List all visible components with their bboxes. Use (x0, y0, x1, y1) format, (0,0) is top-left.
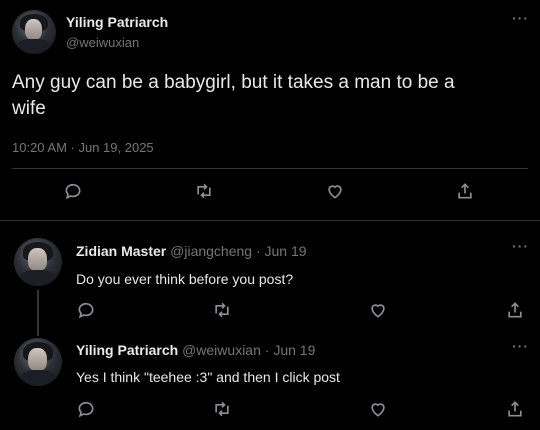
handle[interactable]: @weiwuxian (66, 35, 139, 50)
avatar[interactable] (14, 238, 62, 286)
share-icon[interactable] (455, 181, 475, 201)
reply-icon[interactable] (76, 300, 96, 320)
reply-icon[interactable] (63, 181, 83, 201)
retweet-icon[interactable] (194, 181, 214, 201)
display-name[interactable]: Yiling Patriarch (66, 14, 168, 30)
reply-date[interactable]: · Jun 19 (265, 342, 316, 358)
reply-icon[interactable] (76, 399, 96, 419)
divider (12, 168, 528, 169)
tweet-text: Any guy can be a babygirl, but it takes … (12, 70, 455, 122)
like-icon[interactable] (368, 300, 388, 320)
like-icon[interactable] (325, 181, 345, 201)
tweet-text-line: Any guy can be a babygirl, but it takes … (12, 72, 455, 93)
reply-text: Do you ever think before you post? (76, 271, 294, 287)
handle[interactable]: @weiwuxian (182, 342, 261, 358)
more-options-icon[interactable]: ··· (512, 338, 529, 354)
like-icon[interactable] (368, 399, 388, 419)
more-options-icon[interactable]: ··· (512, 238, 529, 254)
reply-text: Yes I think "teehee :3" and then I click… (76, 369, 340, 385)
thread-line (37, 290, 39, 336)
handle[interactable]: @jiangcheng (170, 243, 252, 259)
reply-header: Zidian Master @jiangcheng · Jun 19 (76, 243, 307, 259)
avatar[interactable] (12, 10, 56, 54)
tweet-text-line: wife (12, 98, 46, 119)
share-icon[interactable] (505, 300, 525, 320)
avatar[interactable] (14, 338, 62, 386)
retweet-icon[interactable] (212, 399, 232, 419)
retweet-icon[interactable] (212, 300, 232, 320)
display-name[interactable]: Yiling Patriarch (76, 342, 178, 358)
reply-header: Yiling Patriarch @weiwuxian · Jun 19 (76, 342, 315, 358)
reply-date[interactable]: · Jun 19 (256, 243, 307, 259)
more-options-icon[interactable]: ··· (512, 10, 529, 26)
tweet-timestamp[interactable]: 10:20 AM · Jun 19, 2025 (12, 140, 154, 155)
share-icon[interactable] (505, 399, 525, 419)
display-name[interactable]: Zidian Master (76, 243, 166, 259)
divider (0, 220, 540, 221)
